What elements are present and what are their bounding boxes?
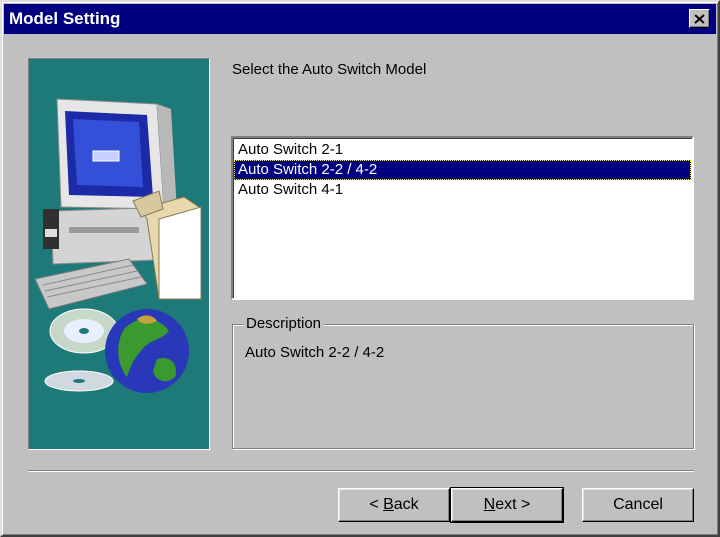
window-title: Model Setting [9, 9, 121, 28]
prompt-label: Select the Auto Switch Model [232, 61, 427, 78]
title-bar: Model Setting [4, 4, 716, 34]
back-label-post: ack [393, 496, 419, 513]
description-groupbox: Description Auto Switch 2-2 / 4-2 [232, 315, 694, 449]
back-button[interactable]: < Back [338, 488, 450, 522]
next-button[interactable]: Next > [450, 487, 564, 523]
separator [28, 470, 694, 472]
next-accel: N [483, 496, 496, 513]
model-listbox[interactable]: Auto Switch 2-1 Auto Switch 2-2 / 4-2 Au… [231, 136, 694, 300]
cancel-label: Cancel [613, 496, 663, 513]
description-text: Auto Switch 2-2 / 4-2 [245, 344, 385, 361]
list-item[interactable]: Auto Switch 4-1 [234, 180, 691, 200]
back-accel: B [383, 496, 394, 513]
list-item[interactable]: Auto Switch 2-2 / 4-2 [234, 160, 691, 180]
cancel-button[interactable]: Cancel [582, 488, 694, 522]
globe-icon [105, 309, 189, 393]
close-icon [694, 13, 705, 24]
computer-illustration [34, 98, 202, 310]
description-legend: Description [243, 315, 325, 332]
close-button[interactable] [689, 9, 710, 28]
wizard-side-image [28, 58, 210, 450]
model-setting-dialog: Model Setting Select the Auto Switch Mod… [0, 0, 720, 537]
list-item[interactable]: Auto Switch 2-1 [234, 140, 691, 160]
next-label-post: ext > [495, 496, 531, 513]
back-label-pre: < [369, 496, 384, 513]
